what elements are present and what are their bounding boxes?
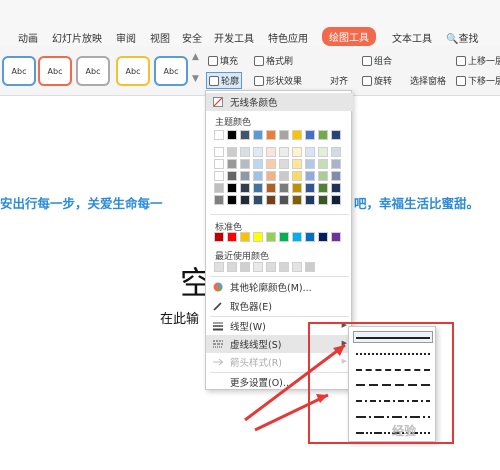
annotation-arrow-line xyxy=(244,343,346,422)
annotation-arrows xyxy=(244,343,346,432)
annotation-arrow-line xyxy=(254,393,329,432)
watermark: 经验 xyxy=(392,424,417,438)
